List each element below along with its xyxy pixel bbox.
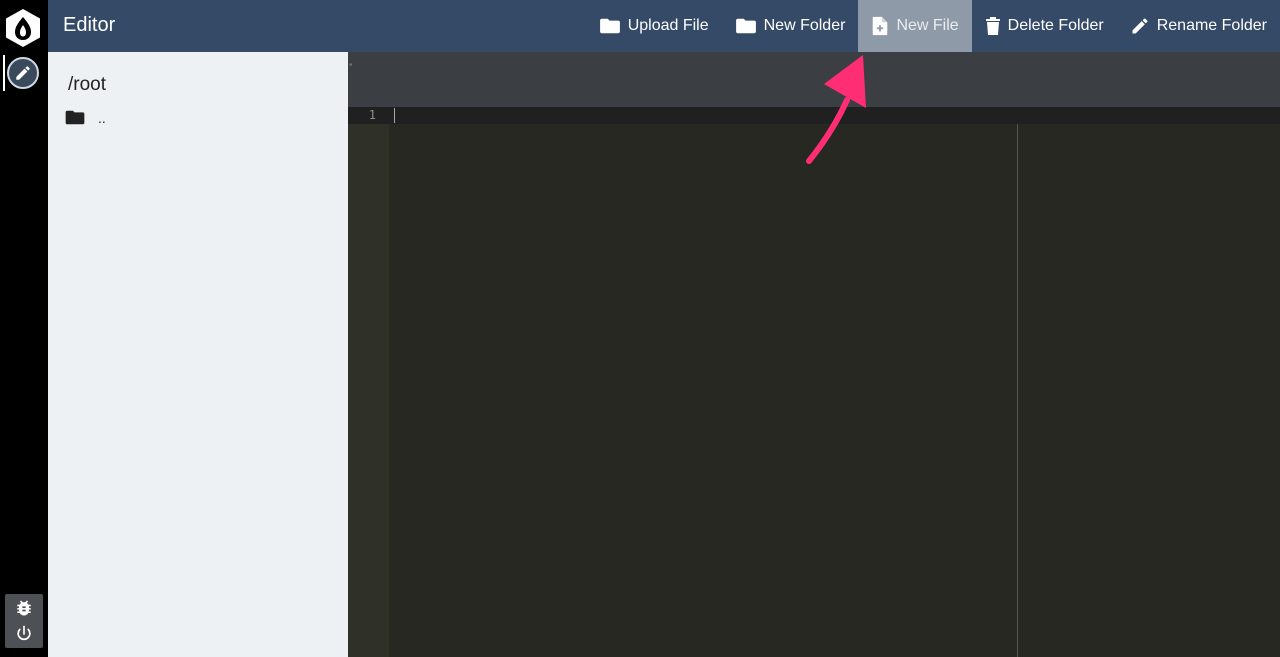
new-file-label: New File	[896, 17, 959, 34]
new-folder-label: New Folder	[763, 17, 846, 34]
app-header: Editor Upload File New Folder New File D…	[48, 0, 1280, 52]
current-path: /root	[68, 74, 107, 95]
new-file-icon	[873, 16, 888, 36]
upload-file-label: Upload File	[627, 17, 709, 34]
pencil-icon	[1132, 18, 1148, 34]
print-margin	[1017, 124, 1018, 657]
folder-icon	[599, 18, 620, 34]
delete-folder-label: Delete Folder	[1007, 17, 1104, 34]
line-number: 1	[368, 108, 376, 122]
editor-nav-button[interactable]	[3, 55, 41, 91]
new-file-button[interactable]: New File	[858, 0, 972, 52]
folder-icon	[65, 110, 85, 125]
toolbar: Upload File New Folder New File Delete F…	[586, 0, 1280, 52]
annotation-arrow-icon	[806, 55, 866, 164]
bug-icon[interactable]	[14, 598, 34, 618]
text-cursor	[394, 108, 395, 123]
folder-icon	[735, 18, 756, 34]
tab-bar-marker: •	[349, 60, 353, 71]
delete-folder-button[interactable]: Delete Folder	[972, 0, 1117, 52]
new-folder-button[interactable]: New Folder	[722, 0, 859, 52]
file-browser-panel: /root ..	[48, 52, 348, 657]
rename-folder-button[interactable]: Rename Folder	[1117, 0, 1280, 52]
power-icon[interactable]	[14, 624, 34, 644]
app-logo-icon[interactable]	[4, 8, 42, 48]
pencil-icon	[16, 66, 30, 80]
page-title: Editor	[63, 14, 116, 36]
upload-file-button[interactable]: Upload File	[586, 0, 722, 52]
rail-bottom-tools	[5, 594, 43, 648]
rename-folder-label: Rename Folder	[1156, 17, 1267, 34]
list-item-label: ..	[98, 109, 106, 126]
code-editor[interactable]: 1	[348, 107, 1280, 657]
editor-gutter	[348, 107, 389, 657]
left-rail	[0, 0, 48, 657]
list-item[interactable]: ..	[64, 109, 106, 126]
trash-icon	[985, 17, 1000, 35]
